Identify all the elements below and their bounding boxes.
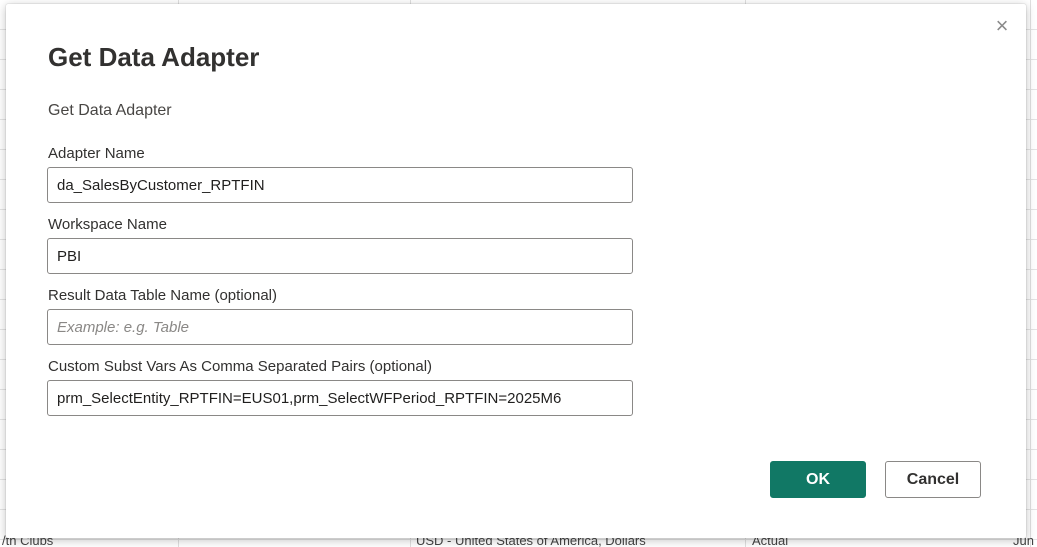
dialog-subtitle: Get Data Adapter <box>48 102 172 119</box>
close-icon[interactable]: × <box>990 14 1014 38</box>
result-table-name-input[interactable] <box>47 309 633 345</box>
result-table-name-label: Result Data Table Name (optional) <box>48 287 278 304</box>
cancel-button[interactable]: Cancel <box>885 461 981 498</box>
workspace-name-label: Workspace Name <box>48 216 167 233</box>
get-data-adapter-dialog: × Get Data Adapter Get Data Adapter Adap… <box>6 4 1026 538</box>
adapter-name-input[interactable] <box>47 167 633 203</box>
adapter-name-label: Adapter Name <box>48 145 145 162</box>
dialog-title: Get Data Adapter <box>48 42 260 72</box>
custom-subst-vars-label: Custom Subst Vars As Comma Separated Pai… <box>48 358 433 375</box>
workspace-name-input[interactable] <box>47 238 633 274</box>
ok-button[interactable]: OK <box>770 461 866 498</box>
custom-subst-vars-input[interactable] <box>47 380 633 416</box>
grid-column-line <box>1030 0 1031 547</box>
